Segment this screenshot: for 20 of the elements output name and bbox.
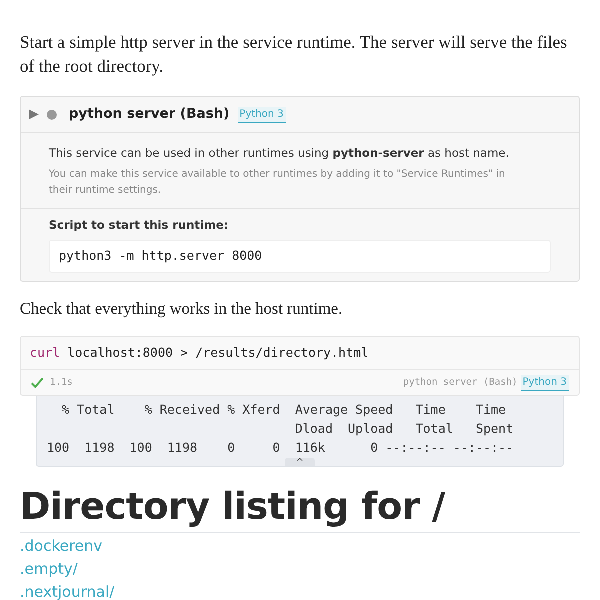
runtime-tag[interactable]: Python 3	[238, 106, 286, 122]
paragraph: Check that everything works in the host runtime.	[20, 298, 344, 320]
runtime-name: python server (Bash)	[403, 376, 518, 390]
file-link[interactable]: .empty/	[20, 558, 78, 582]
collapse-button[interactable]: ^	[285, 458, 315, 466]
code-editor[interactable]: curl localhost:8000 > /results/directory.html	[21, 337, 579, 370]
service-title: python server (Bash)	[69, 105, 230, 124]
page-heading: Directory listing for /	[20, 483, 580, 534]
command-output: % Total % Received % Xferd Average Speed Time Time Dload Upload Total Spent 100 1198 100 1198 0 0 116k 0 --:--:-- --:--:--	[47, 401, 514, 458]
script-label: Script to start this runtime:	[49, 217, 230, 234]
paragraph: Start a simple http server in the service runtime. The server will serve the files of the root directory.	[20, 31, 568, 78]
service-description: This service can be used in other runtimes using python-server as host name.	[49, 145, 510, 162]
expand-toggle[interactable]: ▶	[29, 108, 39, 121]
runtime-tag[interactable]: Python 3	[520, 374, 569, 391]
run-duration: 1.1s	[50, 376, 73, 390]
file-link[interactable]: .nextjournal/	[20, 581, 115, 600]
check-icon	[31, 376, 44, 389]
file-link[interactable]: .dockerenv	[20, 535, 103, 558]
script-field[interactable]: python3 -m http.server 8000	[49, 240, 551, 274]
service-hint: You can make this service available to other runtimes by adding it to "Service Runtimes" in their runtime settings.	[49, 168, 506, 198]
